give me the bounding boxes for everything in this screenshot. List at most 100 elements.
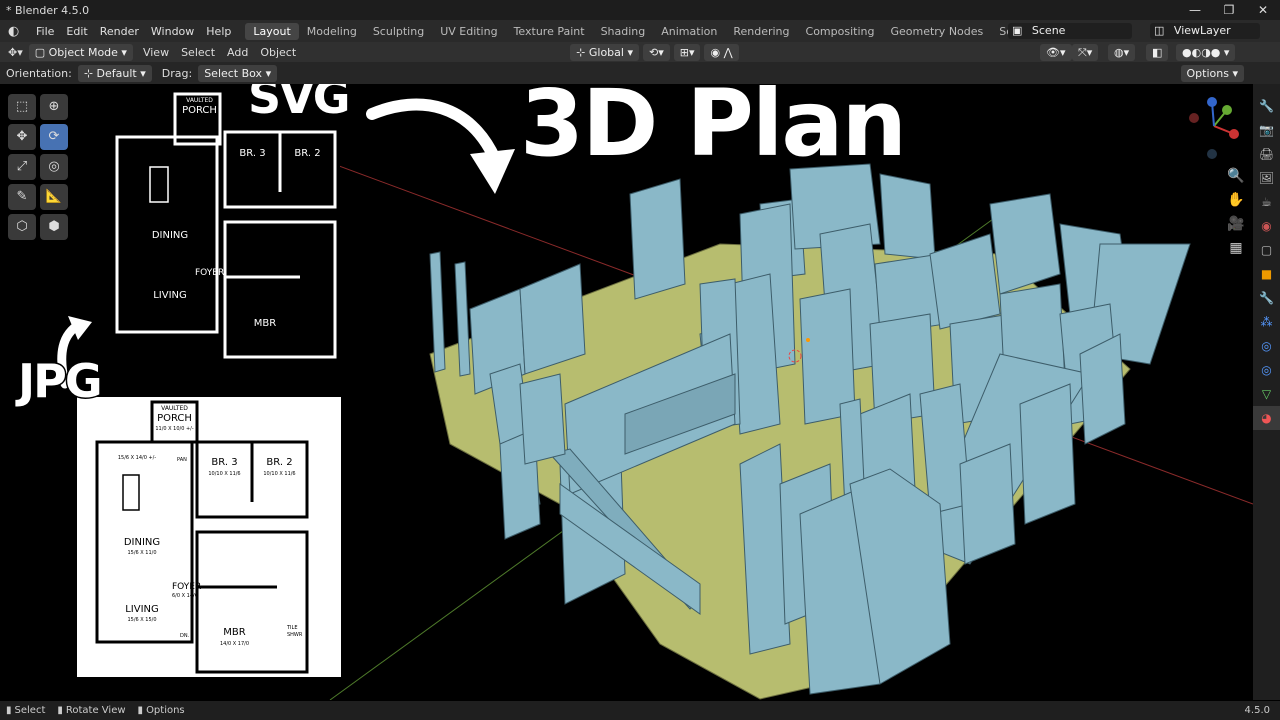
add-cube-icon[interactable]: ⬡ xyxy=(8,214,36,240)
blender-logo-icon[interactable]: ◐ xyxy=(8,24,30,39)
options-dropdown[interactable]: Options ▾ xyxy=(1180,64,1244,82)
tab-geometry-nodes[interactable]: Geometry Nodes xyxy=(882,23,991,40)
shading-modes-icon[interactable]: ●◐◑● ▾ xyxy=(1176,43,1236,61)
menu-view[interactable]: View xyxy=(137,46,175,59)
tab-uv-editing[interactable]: UV Editing xyxy=(432,23,505,40)
jpg-foyer-label: FOYER xyxy=(172,582,202,592)
menu-edit[interactable]: Edit xyxy=(60,25,93,38)
y-axis-icon xyxy=(1222,105,1232,115)
select-box-icon[interactable]: ⬚ xyxy=(8,94,36,120)
jpg-mbr-dims: 14/0 X 17/0 xyxy=(219,641,250,647)
zoom-icon[interactable]: 🔍 xyxy=(1226,164,1246,188)
render-tab-icon[interactable]: 📷 xyxy=(1253,118,1280,142)
mode-dropdown[interactable]: ▢ Object Mode ▾ xyxy=(28,43,133,61)
viewport-header: ✥▾ ▢ Object Mode ▾ View Select Add Objec… xyxy=(0,42,1280,62)
xray-icon[interactable]: ◧ xyxy=(1146,43,1169,61)
3d-viewport[interactable]: ⬚ ⊕ ✥ ⟳ ⤢ ◎ ✎ 📐 ⬡ ⬢ VAULTED PORCH BR. 3 BR. 2… xyxy=(0,84,1253,700)
menu-object[interactable]: Object xyxy=(254,46,302,59)
grid-icon[interactable]: ▦ xyxy=(1226,236,1246,260)
navigation-gizmo[interactable] xyxy=(1180,92,1250,162)
object-tab-icon[interactable]: ■ xyxy=(1253,262,1280,286)
tab-animation[interactable]: Animation xyxy=(653,23,725,40)
tab-sculpting[interactable]: Sculpting xyxy=(365,23,432,40)
proportional-edit-icon[interactable]: ◉ ⋀ xyxy=(704,43,739,61)
menu-file[interactable]: File xyxy=(30,25,60,38)
physics-tab-icon[interactable]: ◎ xyxy=(1253,334,1280,358)
scene-name: Scene xyxy=(1031,24,1066,37)
svg-living-label: LIVING xyxy=(153,290,187,301)
snap-icon[interactable]: ⊞▾ xyxy=(673,43,701,61)
svg-floorplan: VAULTED PORCH BR. 3 BR. 2 DINING FOYER L… xyxy=(105,92,340,362)
output-tab-icon[interactable]: 🖨 xyxy=(1253,142,1280,166)
close-icon[interactable]: ✕ xyxy=(1246,0,1280,20)
tab-shading[interactable]: Shading xyxy=(593,23,654,40)
measure-icon[interactable]: 📐 xyxy=(40,184,68,210)
cursor-icon[interactable]: ⊕ xyxy=(40,94,68,120)
jpg-living-dims: 15/6 X 15/0 xyxy=(127,617,157,623)
menu-select[interactable]: Select xyxy=(175,46,221,59)
origin-dot xyxy=(806,338,810,342)
menu-add[interactable]: Add xyxy=(221,46,254,59)
orientation-label: Global xyxy=(588,45,624,59)
collection-tab-icon[interactable]: ▢ xyxy=(1253,238,1280,262)
modifier-tab-icon[interactable]: 🔧 xyxy=(1253,286,1280,310)
view-layer-selector[interactable]: ◫ ViewLayer xyxy=(1150,23,1260,39)
transform-icon[interactable]: ◎ xyxy=(40,154,68,180)
data-tab-icon[interactable]: ▽ xyxy=(1253,382,1280,406)
maximize-icon[interactable]: ❐ xyxy=(1212,0,1246,20)
tab-layout[interactable]: Layout xyxy=(245,22,299,40)
orientation-setting-value: Default xyxy=(96,66,137,80)
jpg-dn-label: DN. xyxy=(180,633,190,639)
orientation-setting-dropdown[interactable]: ⊹ Default ▾ xyxy=(77,64,152,82)
minimize-icon[interactable]: — xyxy=(1178,0,1212,20)
jpg-tile-label: TILE xyxy=(287,625,298,631)
scene-selector[interactable]: ▣ Scene xyxy=(1008,23,1132,39)
jpg-floorplan: VAULTED PORCH 11/0 X 10/0 +/- BR. 3 10/1… xyxy=(77,397,341,677)
editor-type-icon[interactable]: ✥▾ xyxy=(8,46,23,59)
svg-br3-label: BR. 3 xyxy=(239,148,266,159)
extrude-icon[interactable]: ⬢ xyxy=(40,214,68,240)
menu-window[interactable]: Window xyxy=(145,25,200,38)
menu-render[interactable]: Render xyxy=(94,25,145,38)
z-axis-icon xyxy=(1207,97,1217,107)
tab-compositing[interactable]: Compositing xyxy=(798,23,883,40)
tool-settings-bar: Orientation: ⊹ Default ▾ Drag: Select Bo… xyxy=(0,62,1280,84)
version-label: 4.5.0 xyxy=(1244,705,1270,716)
jpg-mbr-label: MBR xyxy=(223,627,246,638)
view-layer-tab-icon[interactable]: 🖼 xyxy=(1253,166,1280,190)
scene-tab-icon[interactable]: ☕ xyxy=(1253,190,1280,214)
jpg-porch-vaulted: VAULTED xyxy=(161,405,188,412)
overlay-icon[interactable]: ◍▾ xyxy=(1108,43,1136,61)
transform-orientation-dropdown[interactable]: ⊹ Global ▾ xyxy=(570,43,639,61)
pivot-icon[interactable]: ⟲▾ xyxy=(642,43,670,61)
annotate-icon[interactable]: ✎ xyxy=(8,184,36,210)
material-tab-icon[interactable]: ◕ xyxy=(1253,406,1280,430)
drag-label: Drag: xyxy=(161,66,193,80)
particles-tab-icon[interactable]: ⁂ xyxy=(1253,310,1280,334)
tab-texture-paint[interactable]: Texture Paint xyxy=(506,23,593,40)
jpg-br3-label: BR. 3 xyxy=(211,457,238,468)
visibility-icon[interactable]: 👁▾ xyxy=(1040,43,1072,61)
svg-dining-label: DINING xyxy=(151,230,189,241)
constraints-tab-icon[interactable]: ◎ xyxy=(1253,358,1280,382)
camera-icon[interactable]: 🎥 xyxy=(1226,212,1246,236)
scene-icon: ▣ xyxy=(1012,24,1023,37)
scale-icon[interactable]: ⤢ xyxy=(8,154,36,180)
pan-hand-icon[interactable]: ✋ xyxy=(1226,188,1246,212)
tab-rendering[interactable]: Rendering xyxy=(725,23,797,40)
status-bar: ▮ Select ▮ Rotate View ▮ Options 4.5.0 xyxy=(0,701,1280,720)
move-icon[interactable]: ✥ xyxy=(8,124,36,150)
gizmo-icon[interactable]: ⤧▾ xyxy=(1072,43,1099,61)
tab-modeling[interactable]: Modeling xyxy=(299,23,365,40)
rotate-icon[interactable]: ⟳ xyxy=(40,124,68,150)
drag-dropdown[interactable]: Select Box ▾ xyxy=(198,64,278,82)
window-title: * Blender 4.5.0 xyxy=(6,3,90,17)
svg-mbr-label: MBR xyxy=(253,318,277,329)
view-layer-icon: ◫ xyxy=(1154,24,1165,37)
world-tab-icon[interactable]: ◉ xyxy=(1253,214,1280,238)
jpg-shwr-label: SHWR xyxy=(287,632,303,638)
tool-tab-icon[interactable]: 🔧 xyxy=(1253,94,1280,118)
menu-help[interactable]: Help xyxy=(200,25,237,38)
jpg-dining-label: DINING xyxy=(123,537,161,548)
view-layer-name: ViewLayer xyxy=(1173,24,1231,37)
